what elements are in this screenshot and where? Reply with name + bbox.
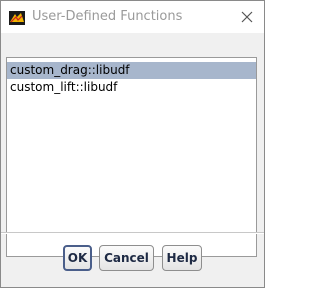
cancel-button[interactable]: Cancel [99,245,154,271]
button-separator [1,232,264,234]
dialog-title: User-Defined Functions [32,9,183,24]
list-item-custom-lift[interactable]: custom_lift::libudf [7,79,256,96]
ok-button[interactable]: OK [63,245,92,271]
fluent-app-icon [9,10,25,25]
udf-listbox[interactable]: custom_drag::libudf custom_lift::libudf [6,57,257,257]
user-defined-functions-dialog: User-Defined Functions custom_drag::libu… [0,0,265,288]
list-item-custom-drag[interactable]: custom_drag::libudf [7,62,256,79]
close-button[interactable] [236,6,258,28]
title-bar: User-Defined Functions [1,1,264,33]
dialog-body: custom_drag::libudf custom_lift::libudf … [1,33,264,287]
help-button[interactable]: Help [162,245,202,271]
close-icon [241,11,253,23]
